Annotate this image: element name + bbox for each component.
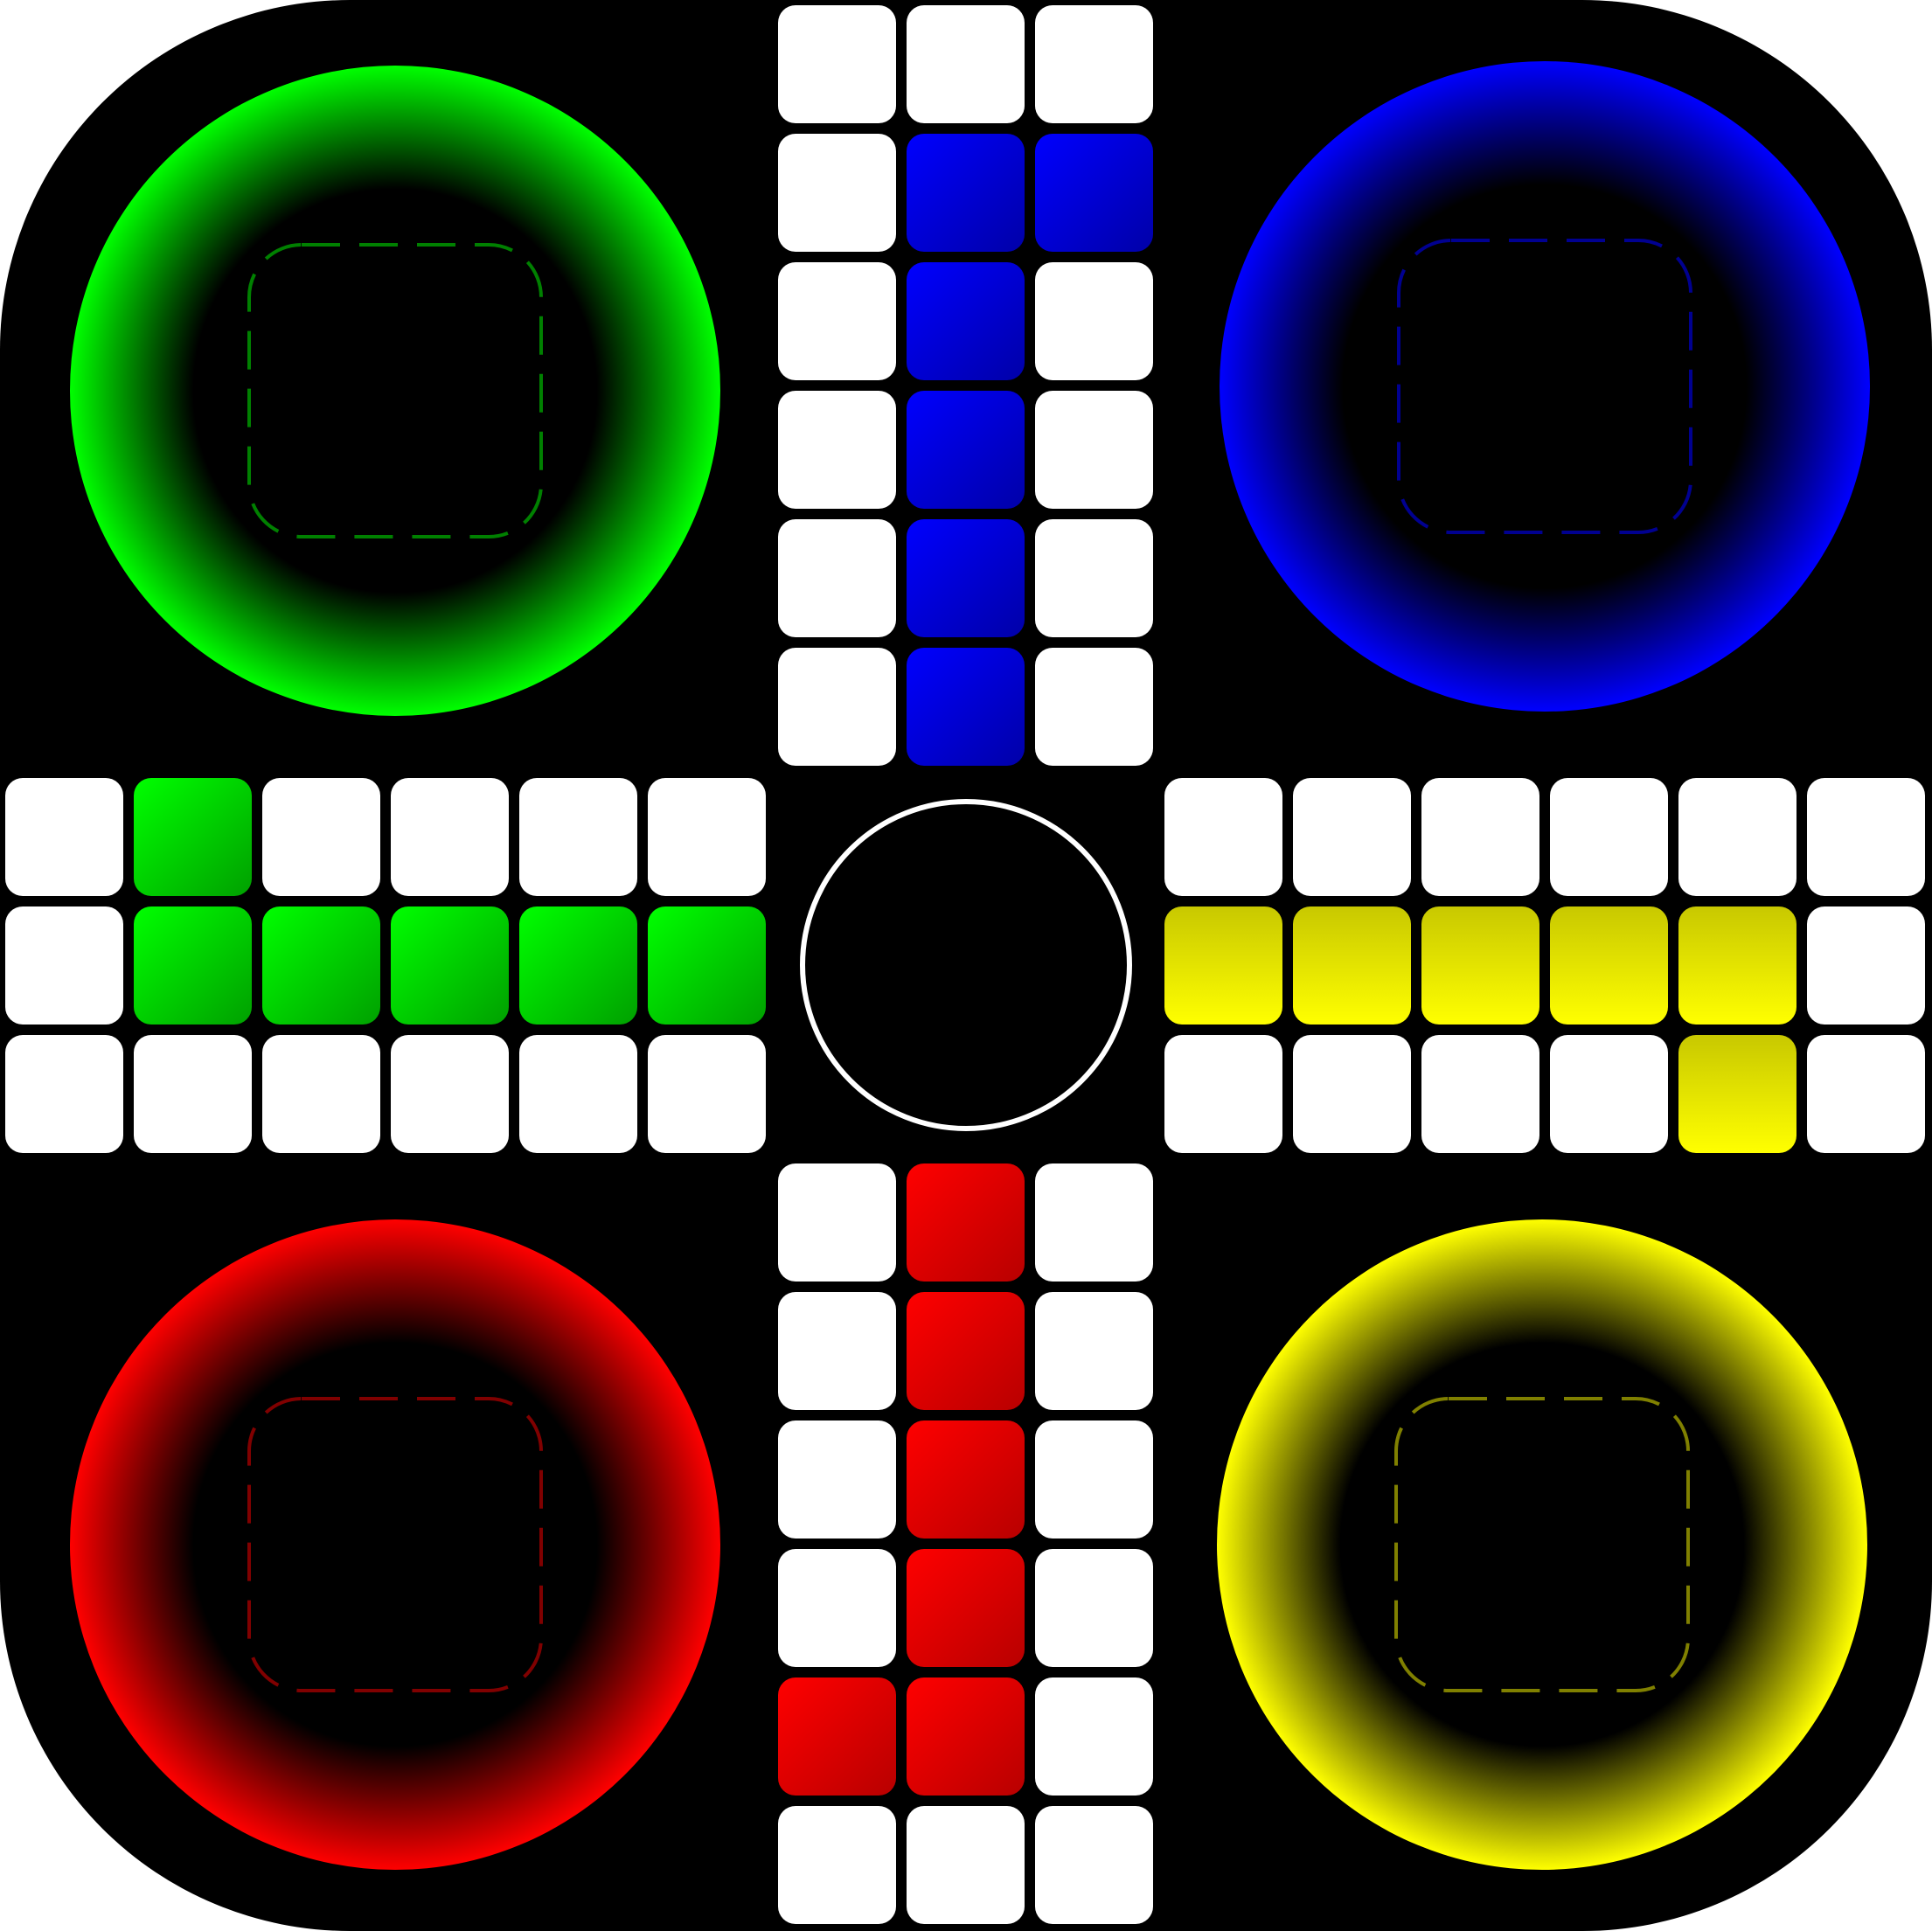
track-cell-bottom[interactable] (778, 1292, 896, 1410)
yellow-home-cell[interactable] (1421, 906, 1539, 1025)
red-home-cell[interactable] (907, 1549, 1025, 1667)
track-cell-top[interactable] (1035, 391, 1153, 509)
yellow-home-cell[interactable] (1678, 906, 1796, 1025)
track-cell-bottom[interactable] (1035, 1806, 1153, 1924)
track-cell-left[interactable] (391, 1035, 509, 1153)
track-cell-bottom[interactable] (907, 1806, 1025, 1924)
red-home-cell[interactable] (907, 1420, 1025, 1539)
red-home-cell[interactable] (778, 1677, 896, 1796)
track-cell-bottom[interactable] (1035, 1292, 1153, 1410)
green-nest-circle (70, 66, 720, 716)
yellow-nest-circle (1217, 1219, 1867, 1870)
track-cell-left[interactable] (648, 778, 766, 896)
track-cell-left[interactable] (648, 1035, 766, 1153)
track-cell-left[interactable] (262, 778, 380, 896)
track-cell-right[interactable] (1807, 906, 1925, 1025)
green-home-cell[interactable] (648, 906, 766, 1025)
track-cell-top[interactable] (778, 391, 896, 509)
track-cell-top[interactable] (1035, 262, 1153, 380)
blue-home-cell[interactable] (907, 391, 1025, 509)
green-home[interactable] (70, 66, 720, 716)
track-cell-right[interactable] (1678, 778, 1796, 896)
track-cell-bottom[interactable] (778, 1420, 896, 1539)
blue-home-cell[interactable] (907, 648, 1025, 766)
track-cell-right[interactable] (1807, 1035, 1925, 1153)
green-home-cell[interactable] (134, 778, 252, 896)
track-cell-right[interactable] (1421, 778, 1539, 896)
track-cell-bottom[interactable] (1035, 1163, 1153, 1282)
track-cell-bottom[interactable] (778, 1549, 896, 1667)
track-cell-top[interactable] (778, 134, 896, 252)
track-cell-top[interactable] (778, 262, 896, 380)
track-cell-top[interactable] (1035, 5, 1153, 123)
track-cell-right[interactable] (1550, 778, 1668, 896)
board-svg (0, 0, 1932, 1931)
ludo-board (0, 0, 1932, 1931)
track-cell-left[interactable] (391, 778, 509, 896)
track-cell-top[interactable] (778, 519, 896, 637)
track-cell-right[interactable] (1421, 1035, 1539, 1153)
track-cell-bottom[interactable] (778, 1806, 896, 1924)
yellow-home-cell[interactable] (1164, 906, 1282, 1025)
track-cell-left[interactable] (519, 1035, 637, 1153)
track-cell-left[interactable] (5, 778, 123, 896)
track-cell-right[interactable] (1164, 1035, 1282, 1153)
track-cell-left[interactable] (5, 1035, 123, 1153)
red-nest-circle (70, 1219, 720, 1870)
track-cell-bottom[interactable] (778, 1163, 896, 1282)
track-cell-left[interactable] (519, 778, 637, 896)
track-cell-right[interactable] (1164, 778, 1282, 896)
blue-home-cell[interactable] (907, 519, 1025, 637)
track-cell-left[interactable] (5, 906, 123, 1025)
yellow-home-cell[interactable] (1678, 1035, 1796, 1153)
track-cell-right[interactable] (1550, 1035, 1668, 1153)
blue-home-cell[interactable] (907, 134, 1025, 252)
red-home-cell[interactable] (907, 1677, 1025, 1796)
track-cell-left[interactable] (134, 1035, 252, 1153)
yellow-home[interactable] (1217, 1219, 1867, 1870)
track-cell-top[interactable] (1035, 648, 1153, 766)
track-cell-top[interactable] (1035, 519, 1153, 637)
track-cell-top[interactable] (907, 5, 1025, 123)
blue-nest-circle (1220, 61, 1870, 712)
red-home-cell[interactable] (907, 1163, 1025, 1282)
blue-home-cell[interactable] (1035, 134, 1153, 252)
track-cell-bottom[interactable] (1035, 1677, 1153, 1796)
green-home-cell[interactable] (391, 906, 509, 1025)
track-cell-right[interactable] (1293, 1035, 1411, 1153)
green-home-cell[interactable] (134, 906, 252, 1025)
track-cell-top[interactable] (778, 648, 896, 766)
yellow-home-cell[interactable] (1550, 906, 1668, 1025)
yellow-home-cell[interactable] (1293, 906, 1411, 1025)
track-cell-right[interactable] (1293, 778, 1411, 896)
track-cell-bottom[interactable] (1035, 1420, 1153, 1539)
track-cell-left[interactable] (262, 1035, 380, 1153)
green-home-cell[interactable] (262, 906, 380, 1025)
green-home-cell[interactable] (519, 906, 637, 1025)
track-cell-right[interactable] (1807, 778, 1925, 896)
blue-home[interactable] (1220, 61, 1870, 712)
track-cell-bottom[interactable] (1035, 1549, 1153, 1667)
center-finish-circle (800, 799, 1132, 1131)
blue-home-cell[interactable] (907, 262, 1025, 380)
track-cell-top[interactable] (778, 5, 896, 123)
red-home-cell[interactable] (907, 1292, 1025, 1410)
red-home[interactable] (70, 1219, 720, 1870)
